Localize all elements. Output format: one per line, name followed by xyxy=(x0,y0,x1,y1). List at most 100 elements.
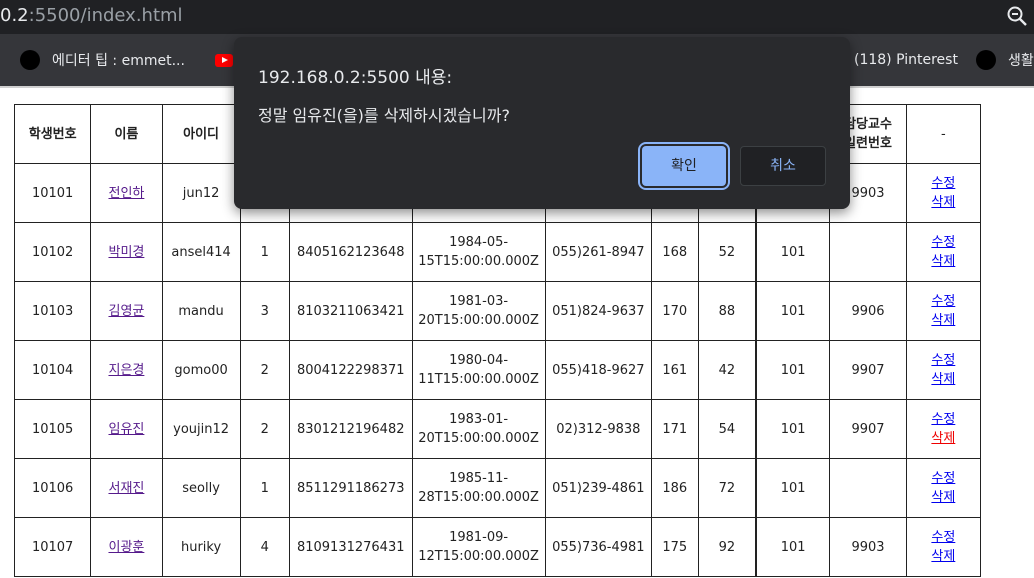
ok-button[interactable]: 확인 xyxy=(642,146,726,186)
cell-height: 170 xyxy=(650,281,699,341)
cell-professor xyxy=(829,222,907,282)
cell-name: 임유진 xyxy=(90,399,163,459)
bookmark-label: 에디터 팁 : emmet... xyxy=(52,53,185,69)
cell-name: 박미경 xyxy=(90,222,163,282)
cell-weight: 92 xyxy=(697,517,757,577)
edit-link[interactable]: 수정 xyxy=(931,176,955,191)
cell-jumin: 8405162123648 xyxy=(288,222,413,282)
cell-weight: 52 xyxy=(697,222,757,282)
student-name-link[interactable]: 박미경 xyxy=(108,245,144,260)
birthdate-time: 20T15:00:00.000Z xyxy=(418,431,539,446)
youtube-icon xyxy=(215,53,233,67)
cell-student-id: 10101 xyxy=(13,163,92,223)
header-professor-line2: 일련번호 xyxy=(844,136,892,151)
cell-professor xyxy=(829,458,907,518)
table-row: 10105 임유진 youjin12 2 8301212196482 1983-01- 20… xyxy=(13,399,1034,459)
cell-jumin: 8103211063421 xyxy=(288,281,413,341)
cell-birthdate: 1980-04- 11T15:00:00.000Z xyxy=(411,340,546,400)
student-name-link[interactable]: 이광훈 xyxy=(108,540,144,555)
header-professor-line1: 담당교수 xyxy=(844,117,892,132)
birthdate-time: 11T15:00:00.000Z xyxy=(418,372,539,387)
cell-jumin: 8109131276431 xyxy=(288,517,413,577)
cell-grade: 2 xyxy=(239,340,290,400)
bookmark-youtube[interactable] xyxy=(215,49,233,71)
edit-link[interactable]: 수정 xyxy=(931,235,955,250)
delete-link[interactable]: 삭제 xyxy=(931,195,955,210)
cell-student-id: 10104 xyxy=(13,340,92,400)
cell-userid: youjin12 xyxy=(161,399,241,459)
cell-professor: 9907 xyxy=(829,340,907,400)
cell-dept: 101 xyxy=(755,458,831,518)
birthdate-date: 1980-04- xyxy=(449,353,509,368)
birthdate-date: 1981-03- xyxy=(449,294,509,309)
student-name-link[interactable]: 전인하 xyxy=(108,186,144,201)
cell-dept: 101 xyxy=(755,340,831,400)
student-name-link[interactable]: 서재진 xyxy=(108,481,144,496)
header-actions: - xyxy=(905,104,981,164)
cell-birthdate: 1984-05- 15T15:00:00.000Z xyxy=(411,222,546,282)
cell-height: 161 xyxy=(650,340,699,400)
cell-name: 이광훈 xyxy=(90,517,163,577)
student-name-link[interactable]: 지은경 xyxy=(108,363,144,378)
bookmark-life[interactable]: 생활 xyxy=(976,49,1034,71)
birthdate-time: 28T15:00:00.000Z xyxy=(418,490,539,505)
circle-favicon-icon xyxy=(976,50,996,70)
table-row: 10103 김영균 mandu 3 8103211063421 1981-03- 20T15… xyxy=(13,281,1034,341)
edit-link[interactable]: 수정 xyxy=(931,471,955,486)
student-name-link[interactable]: 김영균 xyxy=(108,304,144,319)
cell-height: 168 xyxy=(650,222,699,282)
cell-tel: 055)736-4981 xyxy=(544,517,652,577)
edit-link[interactable]: 수정 xyxy=(931,412,955,427)
delete-link[interactable]: 삭제 xyxy=(931,431,955,446)
url-host: 0.2 xyxy=(0,5,29,26)
delete-link[interactable]: 삭제 xyxy=(931,490,955,505)
bookmark-emmet[interactable]: 에디터 팁 : emmet... xyxy=(20,49,185,71)
cell-userid: mandu xyxy=(161,281,241,341)
cell-height: 186 xyxy=(650,458,699,518)
url-rest: :5500/index.html xyxy=(28,5,183,26)
cell-actions: 수정삭제 xyxy=(905,281,981,341)
cell-userid: ansel414 xyxy=(161,222,241,282)
cell-jumin: 8301212196482 xyxy=(288,399,413,459)
cell-grade: 2 xyxy=(239,399,290,459)
dialog-title: 192.168.0.2:5500 내용: xyxy=(258,68,453,88)
cell-student-id: 10102 xyxy=(13,222,92,282)
cell-grade: 1 xyxy=(239,458,290,518)
cell-dept: 101 xyxy=(755,399,831,459)
cell-jumin: 8511291186273 xyxy=(288,458,413,518)
bookmark-label: 생활 xyxy=(1008,53,1034,69)
cell-grade: 1 xyxy=(239,222,290,282)
birthdate-date: 1984-05- xyxy=(449,235,509,250)
delete-link[interactable]: 삭제 xyxy=(931,254,955,269)
url-text[interactable]: 0.2:5500/index.html xyxy=(0,5,183,26)
table-row: 10106 서재진 seolly 1 8511291186273 1985-11- 28T1… xyxy=(13,458,1034,518)
cell-actions: 수정삭제 xyxy=(905,517,981,577)
cell-tel: 055)261-8947 xyxy=(544,222,652,282)
delete-link[interactable]: 삭제 xyxy=(931,372,955,387)
bookmark-label: (118) Pinterest xyxy=(854,52,958,68)
cell-tel: 055)418-9627 xyxy=(544,340,652,400)
cell-name: 전인하 xyxy=(90,163,163,223)
edit-link[interactable]: 수정 xyxy=(931,294,955,309)
student-name-link[interactable]: 임유진 xyxy=(108,422,144,437)
zoom-icon[interactable] xyxy=(1006,5,1028,27)
header-student-id: 학생번호 xyxy=(13,104,92,164)
cell-weight: 72 xyxy=(697,458,757,518)
cell-birthdate: 1981-09- 12T15:00:00.000Z xyxy=(411,517,546,577)
delete-link[interactable]: 삭제 xyxy=(931,313,955,328)
table-row: 10104 지은경 gomo00 2 8004122298371 1980-04- 11T1… xyxy=(13,340,1034,400)
cancel-button[interactable]: 취소 xyxy=(740,146,826,186)
address-bar[interactable]: 0.2:5500/index.html xyxy=(0,0,1034,34)
delete-link[interactable]: 삭제 xyxy=(931,549,955,564)
edit-link[interactable]: 수정 xyxy=(931,530,955,545)
cell-birthdate: 1981-03- 20T15:00:00.000Z xyxy=(411,281,546,341)
edit-link[interactable]: 수정 xyxy=(931,353,955,368)
table-row: 10102 박미경 ansel414 1 8405162123648 1984-05- 15… xyxy=(13,222,1034,282)
birthdate-date: 1985-11- xyxy=(449,471,509,486)
cell-weight: 54 xyxy=(697,399,757,459)
birthdate-time: 20T15:00:00.000Z xyxy=(418,313,539,328)
birthdate-date: 1981-09- xyxy=(449,530,509,545)
cell-student-id: 10106 xyxy=(13,458,92,518)
bookmark-pinterest[interactable]: (118) Pinterest xyxy=(854,49,958,71)
header-name: 이름 xyxy=(90,104,163,164)
